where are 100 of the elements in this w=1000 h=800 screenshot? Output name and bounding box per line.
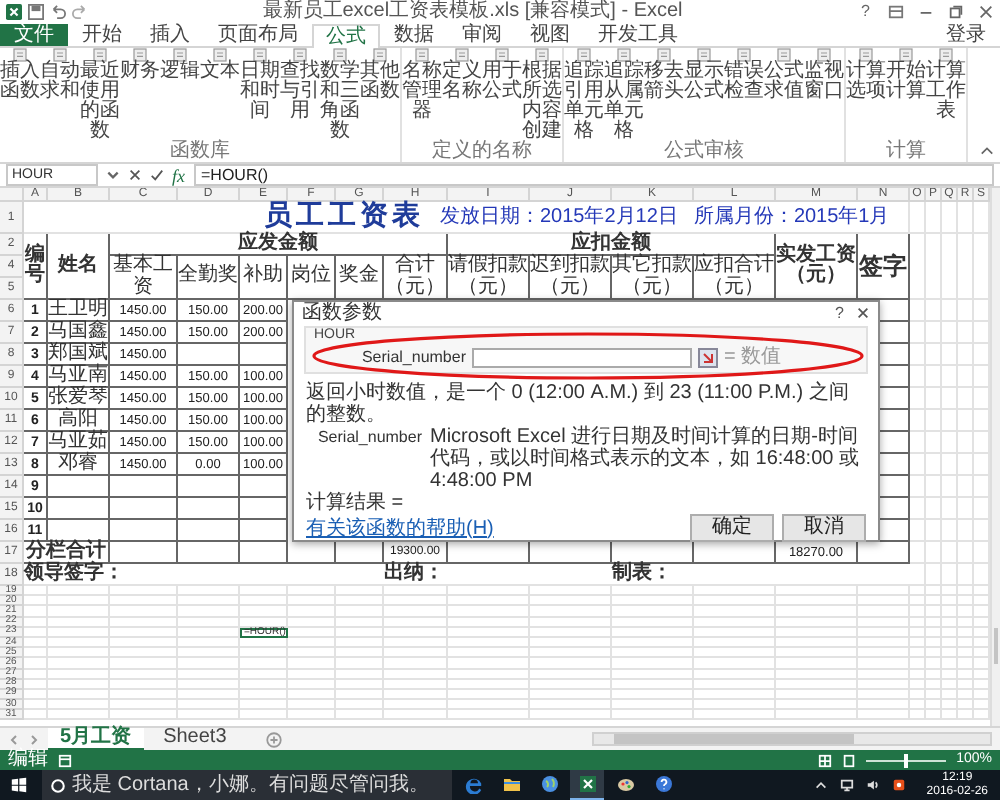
empty-cell[interactable] — [288, 606, 336, 618]
empty-cell[interactable] — [48, 606, 110, 618]
empty-cell[interactable] — [384, 689, 448, 701]
empty-cell[interactable] — [612, 596, 694, 607]
empty-cell[interactable] — [612, 606, 694, 618]
ribbon-button[interactable]: 计算工作表 — [926, 48, 966, 142]
empty-cell[interactable] — [612, 669, 694, 680]
taskbar-excel-button[interactable] — [570, 770, 604, 800]
empty-cell[interactable] — [48, 586, 110, 597]
empty-cell[interactable] — [530, 606, 612, 618]
empty-cell[interactable] — [48, 658, 110, 669]
empty-cell[interactable] — [384, 669, 448, 680]
ribbon-button[interactable]: 定义名称 — [442, 48, 482, 142]
empty-cell[interactable] — [530, 648, 612, 659]
empty-cell[interactable] — [448, 606, 530, 618]
formula-field[interactable]: =HOUR() — [193, 164, 994, 186]
empty-cell[interactable] — [612, 648, 694, 659]
empty-cell[interactable] — [110, 586, 178, 597]
empty-cell[interactable] — [384, 627, 448, 638]
empty-cell[interactable] — [178, 669, 240, 680]
sign-in-link[interactable]: 登录 — [932, 24, 1000, 46]
empty-cell[interactable] — [240, 669, 288, 680]
empty-cell[interactable] — [336, 627, 384, 638]
empty-cell[interactable] — [694, 586, 776, 597]
empty-cell[interactable] — [240, 596, 288, 607]
empty-cell[interactable] — [776, 648, 858, 659]
empty-cell[interactable] — [48, 627, 110, 638]
empty-cell[interactable] — [240, 710, 288, 721]
empty-cell[interactable] — [110, 627, 178, 638]
empty-cell[interactable] — [612, 617, 694, 628]
empty-cell[interactable] — [612, 586, 694, 597]
ribbon-tab[interactable]: 文件 — [0, 24, 68, 46]
empty-cell[interactable] — [776, 627, 858, 638]
empty-cell[interactable] — [336, 658, 384, 669]
empty-cell[interactable] — [110, 700, 178, 711]
empty-cell[interactable] — [288, 679, 336, 690]
empty-cell[interactable] — [178, 637, 240, 649]
empty-cell[interactable] — [240, 658, 288, 669]
empty-cell[interactable] — [776, 617, 858, 628]
maximize-icon[interactable] — [948, 4, 964, 20]
dropdown-icon[interactable] — [106, 168, 120, 182]
empty-cell[interactable] — [178, 617, 240, 628]
empty-cell[interactable] — [448, 710, 530, 721]
empty-cell[interactable] — [178, 648, 240, 659]
check-icon[interactable] — [150, 168, 164, 182]
ribbon-tab[interactable]: 开始 — [68, 24, 136, 46]
empty-cell[interactable] — [240, 648, 288, 659]
empty-cell[interactable] — [612, 637, 694, 649]
redo-icon[interactable] — [72, 4, 88, 20]
empty-cell[interactable] — [178, 658, 240, 669]
spreadsheet-icon[interactable] — [6, 4, 22, 20]
empty-cell[interactable] — [384, 586, 448, 597]
empty-cell[interactable] — [288, 700, 336, 711]
empty-cell[interactable] — [448, 586, 530, 597]
insert-function-button[interactable]: fx — [172, 165, 185, 185]
empty-cell[interactable] — [178, 700, 240, 711]
empty-cell[interactable] — [448, 700, 530, 711]
empty-cell[interactable] — [178, 679, 240, 690]
empty-cell[interactable] — [384, 637, 448, 649]
close-icon[interactable] — [978, 4, 994, 20]
empty-cell[interactable] — [448, 658, 530, 669]
ribbon-button[interactable]: 数学和三角函数 — [320, 48, 360, 142]
empty-cell[interactable] — [530, 586, 612, 597]
empty-cell[interactable] — [178, 627, 240, 638]
empty-cell[interactable] — [336, 689, 384, 701]
close-icon[interactable] — [856, 306, 870, 320]
empty-cell[interactable] — [694, 606, 776, 618]
empty-cell[interactable] — [694, 669, 776, 680]
empty-cell[interactable] — [776, 700, 858, 711]
save-icon[interactable] — [28, 4, 44, 20]
empty-cell[interactable] — [776, 637, 858, 649]
empty-cell[interactable] — [530, 710, 612, 721]
empty-cell[interactable] — [694, 596, 776, 607]
empty-cell[interactable] — [240, 606, 288, 618]
empty-cell[interactable] — [384, 596, 448, 607]
empty-cell[interactable] — [612, 627, 694, 638]
ribbon-tab[interactable]: 审阅 — [448, 24, 516, 46]
empty-cell[interactable] — [612, 710, 694, 721]
empty-cell[interactable] — [48, 596, 110, 607]
empty-cell[interactable] — [612, 679, 694, 690]
empty-cell[interactable] — [110, 648, 178, 659]
help-link[interactable]: 有关该函数的帮助(H) — [306, 517, 494, 539]
empty-cell[interactable] — [776, 669, 858, 680]
empty-cell[interactable] — [612, 658, 694, 669]
empty-cell[interactable] — [48, 648, 110, 659]
sheet-tab[interactable]: Sheet3 — [151, 728, 239, 750]
empty-cell[interactable] — [776, 710, 858, 721]
ribbon-button[interactable]: 公式求值 — [764, 48, 804, 142]
macro-icon[interactable] — [58, 753, 72, 767]
ribbon-button[interactable]: 插入函数 — [0, 48, 40, 142]
empty-cell[interactable] — [336, 606, 384, 618]
ribbon-button[interactable]: 财务 — [120, 48, 160, 142]
ribbon-button[interactable]: 追踪从属单元格 — [604, 48, 644, 142]
ribbon-button[interactable]: 用于公式 — [482, 48, 522, 142]
ribbon-button[interactable]: 根据所选内容创建 — [522, 48, 562, 142]
search-field[interactable]: 我是 Cortana，小娜。有问题尽管问我。 — [42, 770, 452, 800]
ribbon-button[interactable]: 逻辑 — [160, 48, 200, 142]
empty-cell[interactable] — [612, 689, 694, 701]
empty-cell[interactable] — [530, 637, 612, 649]
help-button[interactable]: ? — [823, 304, 856, 322]
